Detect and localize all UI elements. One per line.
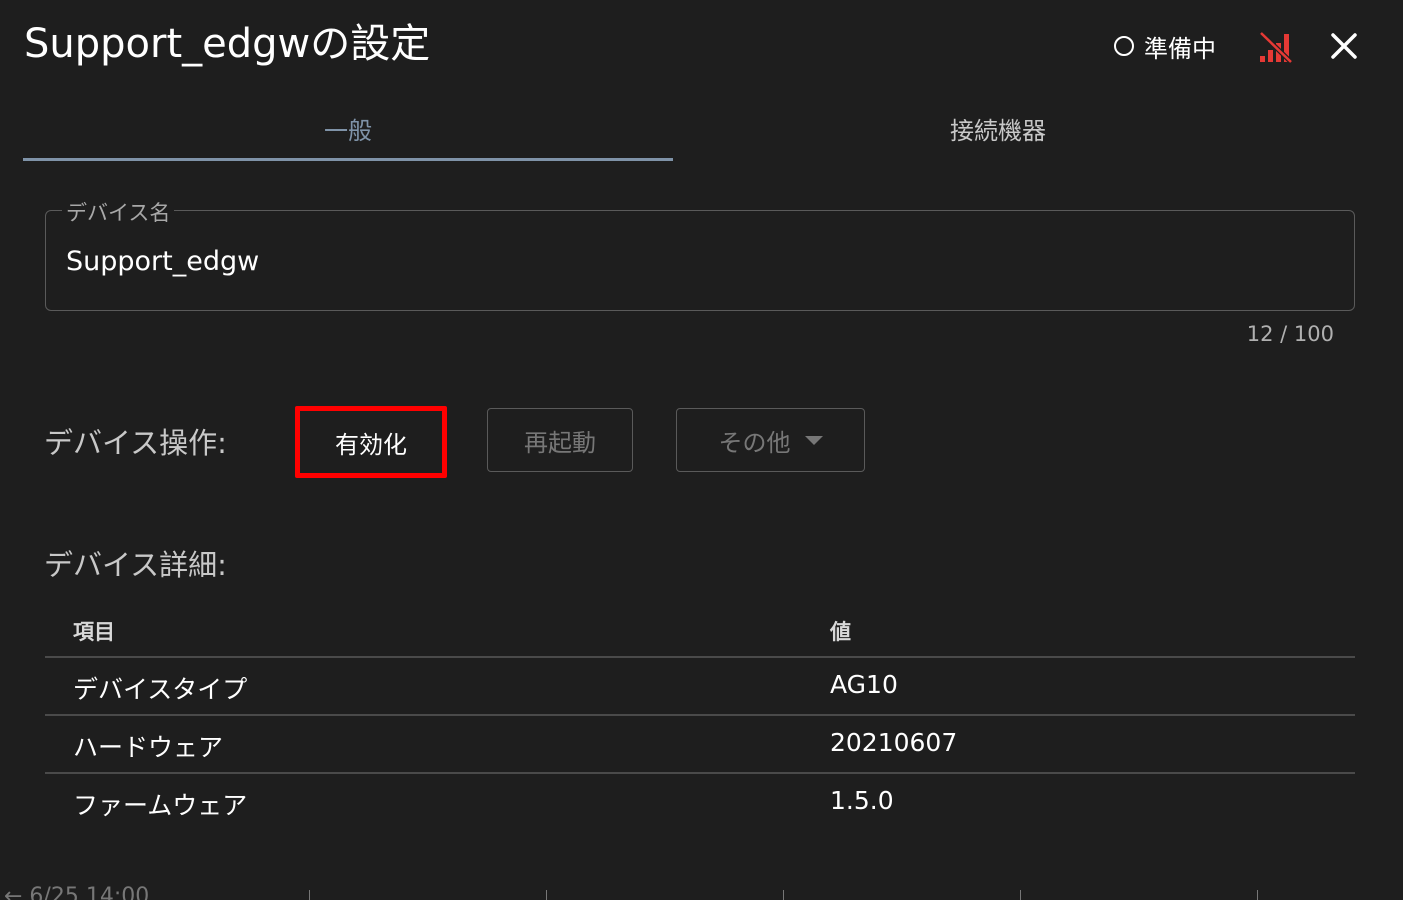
character-counter: 12 / 100 (1246, 322, 1334, 346)
circle-outline-icon (1114, 36, 1134, 56)
timeline-tick (546, 890, 547, 900)
device-details-label: デバイス詳細: (44, 548, 227, 582)
tab-bar: 一般 接続機器 (23, 98, 1323, 161)
tab-connected-devices[interactable]: 接続機器 (673, 98, 1323, 158)
device-name-input[interactable] (66, 241, 1326, 281)
dialog-title: Support_edgwの設定 (24, 21, 431, 67)
device-name-label: デバイス名 (62, 197, 175, 227)
row-value-cell: 20210607 (830, 728, 958, 757)
status-text: 準備中 (1144, 34, 1216, 63)
row-item-cell: ハードウェア (73, 733, 224, 762)
row-value-cell: 1.5.0 (830, 786, 894, 815)
device-details-table: 項目 値 デバイスタイプ AG10 ハードウェア 20210607 ファームウェ… (45, 602, 1355, 832)
row-item-cell: ファームウェア (73, 791, 248, 820)
timeline-label: ← 6/25 14:00 (4, 884, 150, 900)
other-button-label: その他 (718, 428, 791, 457)
device-status: 準備中 (1114, 26, 1216, 66)
close-button[interactable] (1326, 28, 1362, 64)
enable-button[interactable]: 有効化 (295, 406, 447, 478)
background-timeline-strip: ← 6/25 14:00 (0, 884, 1403, 900)
signal-off-icon (1259, 31, 1293, 64)
table-row: ハードウェア 20210607 (45, 716, 1355, 774)
device-settings-dialog: Support_edgwの設定 準備中 一般 接続機器 デバイス名 12 / 1… (0, 0, 1403, 900)
caret-down-icon (804, 435, 823, 445)
row-item-cell: デバイスタイプ (73, 675, 248, 704)
row-value-cell: AG10 (830, 670, 898, 699)
close-icon (1331, 33, 1357, 59)
device-operations-label: デバイス操作: (44, 426, 227, 460)
restart-button-label: 再起動 (524, 428, 596, 457)
column-header-value: 値 (830, 620, 851, 644)
column-header-item: 項目 (73, 620, 115, 644)
timeline-tick (1020, 890, 1021, 900)
tab-general[interactable]: 一般 (23, 98, 673, 161)
table-row: ファームウェア 1.5.0 (45, 774, 1355, 832)
timeline-tick (783, 890, 784, 900)
table-row: デバイスタイプ AG10 (45, 658, 1355, 716)
other-menu-button[interactable]: その他 (676, 408, 865, 472)
timeline-tick (1257, 890, 1258, 900)
table-header: 項目 値 (45, 602, 1355, 658)
restart-button[interactable]: 再起動 (487, 408, 633, 472)
timeline-tick (309, 890, 310, 900)
enable-button-label: 有効化 (335, 430, 407, 459)
device-name-field: デバイス名 (45, 197, 1355, 311)
